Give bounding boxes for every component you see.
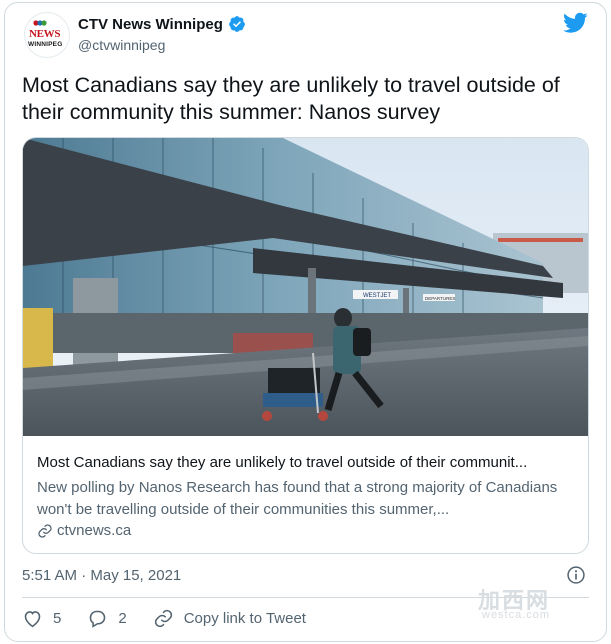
verified-badge-icon <box>229 16 245 32</box>
tweet-actions: 5 2 Copy link to Tweet <box>22 608 332 629</box>
ctv-logo-icon <box>33 20 47 26</box>
tweet-timestamp[interactable]: 5:51 AM · May 15, 2021 <box>22 567 181 584</box>
info-icon[interactable] <box>566 565 586 585</box>
logo-subtext: WINNIPEG <box>28 41 63 48</box>
westjet-sign: WESTJET <box>363 293 391 299</box>
display-name[interactable]: CTV News Winnipeg <box>78 16 223 33</box>
link-preview-card[interactable]: WESTJET DEPARTURES Most Canadians say th… <box>22 137 589 554</box>
avatar[interactable]: NEWS WINNIPEG <box>24 12 70 58</box>
departures-sign: DEPARTURES <box>425 296 455 301</box>
link-card-description: New polling by Nanos Research has found … <box>37 479 558 518</box>
link-icon <box>38 523 52 538</box>
reply-bubble-icon <box>90 610 106 628</box>
logo-text: NEWS <box>29 28 61 40</box>
user-handle[interactable]: @ctvwinnipeg <box>78 37 165 53</box>
like-count: 5 <box>53 610 62 627</box>
link-icon <box>154 609 172 628</box>
copy-link-button[interactable]: Copy link to Tweet <box>153 608 306 629</box>
link-card-title[interactable]: Most Canadians say they are unlikely to … <box>37 454 577 471</box>
link-card-domain[interactable]: ctvnews.ca <box>57 522 131 539</box>
like-button[interactable]: 5 <box>22 608 61 629</box>
tweet-text: Most Canadians say they are unlikely to … <box>22 73 560 124</box>
twitter-bird-icon[interactable] <box>563 12 588 34</box>
reply-button[interactable]: 2 <box>87 608 127 629</box>
article-photo[interactable]: WESTJET DEPARTURES <box>23 138 588 436</box>
watermark-url: westca.com <box>482 609 551 621</box>
reply-count: 2 <box>118 610 127 627</box>
heart-icon <box>24 611 41 628</box>
copy-link-label: Copy link to Tweet <box>183 610 306 627</box>
